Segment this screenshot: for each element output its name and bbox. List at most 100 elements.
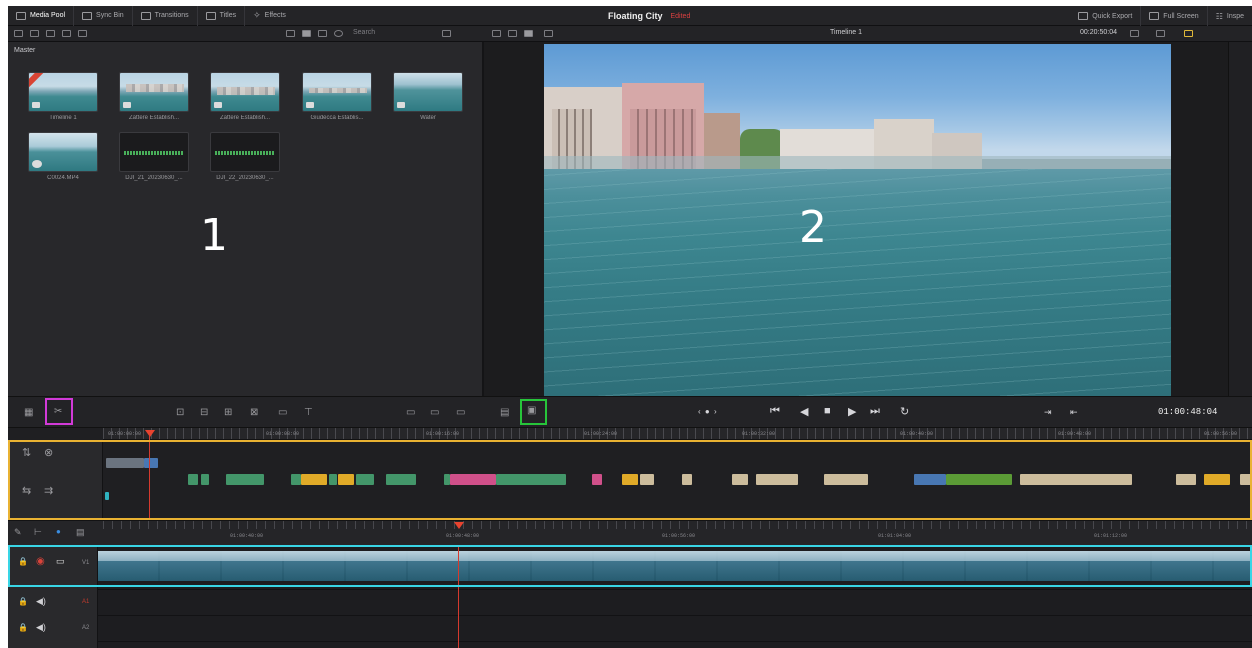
- timeline-tool-icon[interactable]: ✎: [14, 527, 22, 538]
- titles-tab[interactable]: Titles: [198, 6, 246, 26]
- new-bin-icon[interactable]: [62, 30, 71, 37]
- top-right-tools: Quick Export Full Screen ☷ Inspe: [1070, 6, 1252, 26]
- bin-list-icon[interactable]: [14, 30, 23, 37]
- audio-scrub-icon[interactable]: ▤: [76, 527, 85, 538]
- source-timecode: 00:20:50:04: [1080, 29, 1117, 36]
- jog-control[interactable]: ‹ ● ›: [698, 407, 718, 416]
- quay: [544, 156, 1171, 170]
- color-picker-icon[interactable]: [1130, 30, 1139, 37]
- safe-area-icon[interactable]: [508, 30, 517, 37]
- track-label-a1: A1: [82, 599, 90, 605]
- audio-waveform: [124, 151, 184, 155]
- audio-meter-strip: [1228, 42, 1252, 396]
- single-viewer-icon[interactable]: [524, 30, 533, 37]
- timeline-selector[interactable]: Timeline 1: [830, 29, 862, 36]
- trim-tool-icon[interactable]: ⊢: [34, 527, 42, 538]
- dual-viewer-icon[interactable]: [544, 30, 553, 37]
- out-point-button[interactable]: ⇤: [1070, 407, 1079, 418]
- lower-playhead-handle[interactable]: [454, 522, 464, 529]
- sort-icon[interactable]: [78, 30, 87, 37]
- audio-meter-icon[interactable]: [1156, 30, 1165, 37]
- effects-icon: ✧: [253, 10, 261, 20]
- clip-name: Zattere Establish...: [128, 115, 180, 121]
- viewer-mode-icon[interactable]: [492, 30, 501, 37]
- audio-waveform: [215, 151, 275, 155]
- filter-icon[interactable]: [442, 30, 451, 37]
- lower-tc-label: 01:01:04:00: [878, 533, 912, 539]
- full-screen-button[interactable]: Full Screen: [1141, 6, 1208, 26]
- media-pool-tab[interactable]: Media Pool: [8, 6, 75, 26]
- go-to-end-button[interactable]: ⏭: [870, 405, 881, 418]
- highlight-cyan: [8, 545, 1252, 587]
- media-clip[interactable]: Zattere Establish...: [119, 72, 189, 124]
- view-toggle-icon[interactable]: [30, 30, 39, 37]
- media-clip[interactable]: DJI_21_20230630_...: [119, 132, 189, 184]
- media-clip[interactable]: Water: [393, 72, 463, 124]
- upper-tc-label: 01:00:32:00: [742, 431, 776, 437]
- search-icon[interactable]: [334, 30, 343, 37]
- viewer-option-1-icon[interactable]: ▭: [406, 407, 415, 418]
- track-divider: [98, 589, 1252, 590]
- bin-name: Master: [14, 47, 36, 54]
- effects-label: Effects: [264, 12, 286, 19]
- marker-icon[interactable]: [1184, 30, 1193, 37]
- append-icon[interactable]: ⊡: [176, 407, 184, 418]
- inspector-label: Inspe: [1226, 12, 1244, 20]
- media-clip[interactable]: C0024.MP4: [28, 132, 98, 184]
- speaker-icon[interactable]: ◀): [36, 596, 46, 607]
- place-on-top-icon[interactable]: ⊠: [250, 407, 258, 418]
- speaker-icon[interactable]: ◀): [36, 622, 46, 633]
- reverse-button[interactable]: ◀: [800, 405, 809, 418]
- lower-ruler-bar[interactable]: ✎ ⊢ ● ▤ 01:00:40:00 01:00:48:00 01:00:56…: [8, 520, 1252, 546]
- ripple-overwrite-icon[interactable]: ⊟: [200, 407, 208, 418]
- play-button[interactable]: ▶: [848, 405, 857, 418]
- clip-thumbnail: [210, 72, 280, 112]
- viewer-option-2-icon[interactable]: ▭: [430, 407, 439, 418]
- viewer-frame[interactable]: 2: [544, 44, 1171, 396]
- playhead-handle[interactable]: [145, 430, 155, 437]
- upper-tc-label: 01:00:24:00: [584, 431, 618, 437]
- import-icon[interactable]: [46, 30, 55, 37]
- fit-to-fill-icon[interactable]: ⊤: [304, 407, 313, 418]
- scissors-icon[interactable]: ✂: [54, 406, 62, 417]
- export-icon: [1078, 12, 1089, 20]
- track-divider: [98, 615, 1252, 616]
- quick-export-button[interactable]: Quick Export: [1070, 6, 1142, 26]
- smart-insert-icon[interactable]: ▦: [24, 407, 33, 418]
- loop-button[interactable]: ↻: [900, 405, 910, 418]
- lower-tc-label: 01:00:40:00: [230, 533, 264, 539]
- metadata-view-icon[interactable]: [318, 30, 327, 37]
- thumbnail-view-icon[interactable]: [302, 30, 311, 37]
- highlight-orange: [8, 440, 1252, 520]
- timeline-timecode: 01:00:48:04: [1158, 407, 1218, 417]
- titles-label: Titles: [219, 12, 237, 19]
- upper-timeline[interactable]: 01:00:00:00 01:00:08:00 01:00:16:00 01:0…: [8, 428, 1252, 520]
- lock-icon[interactable]: 🔒: [18, 597, 28, 606]
- sync-bin-tab[interactable]: Sync Bin: [74, 6, 133, 26]
- track-divider: [98, 641, 1252, 642]
- transitions-tab[interactable]: Transitions: [133, 6, 198, 26]
- in-point-button[interactable]: ⇥: [1044, 407, 1053, 418]
- effects-tab[interactable]: ✧ Effects: [245, 6, 294, 26]
- media-clip[interactable]: DJI_22_20230630_...: [210, 132, 280, 184]
- inspector-button[interactable]: ☷ Inspe: [1208, 6, 1252, 26]
- titles-icon: [205, 11, 216, 20]
- media-pool-icon: [16, 11, 26, 20]
- stop-button[interactable]: ■: [824, 405, 832, 417]
- source-tape-icon[interactable]: ▤: [500, 407, 509, 418]
- search-field[interactable]: Search: [353, 29, 375, 36]
- media-clip[interactable]: Timeline 1: [28, 72, 98, 124]
- close-up-icon[interactable]: ⊞: [224, 407, 232, 418]
- list-view-icon[interactable]: [286, 30, 295, 37]
- timeline-view-icon[interactable]: ▣: [527, 405, 536, 416]
- lower-timeline[interactable]: 🔒 ◉ ▭ V1 🔒 ◀) A1 🔒 ◀) A2: [8, 545, 1252, 648]
- snapping-icon[interactable]: ●: [56, 527, 61, 536]
- clip-thumbnail: [28, 72, 98, 112]
- media-clip[interactable]: Zattere Establish...: [210, 72, 280, 124]
- clip-name: C0024.MP4: [47, 175, 79, 181]
- viewer-option-3-icon[interactable]: ▭: [456, 407, 465, 418]
- go-to-start-button[interactable]: ⏮: [770, 405, 781, 418]
- lock-icon[interactable]: 🔒: [18, 623, 28, 632]
- media-clip[interactable]: Giudecca Establis...: [302, 72, 372, 124]
- source-overwrite-icon[interactable]: ▭: [278, 407, 287, 418]
